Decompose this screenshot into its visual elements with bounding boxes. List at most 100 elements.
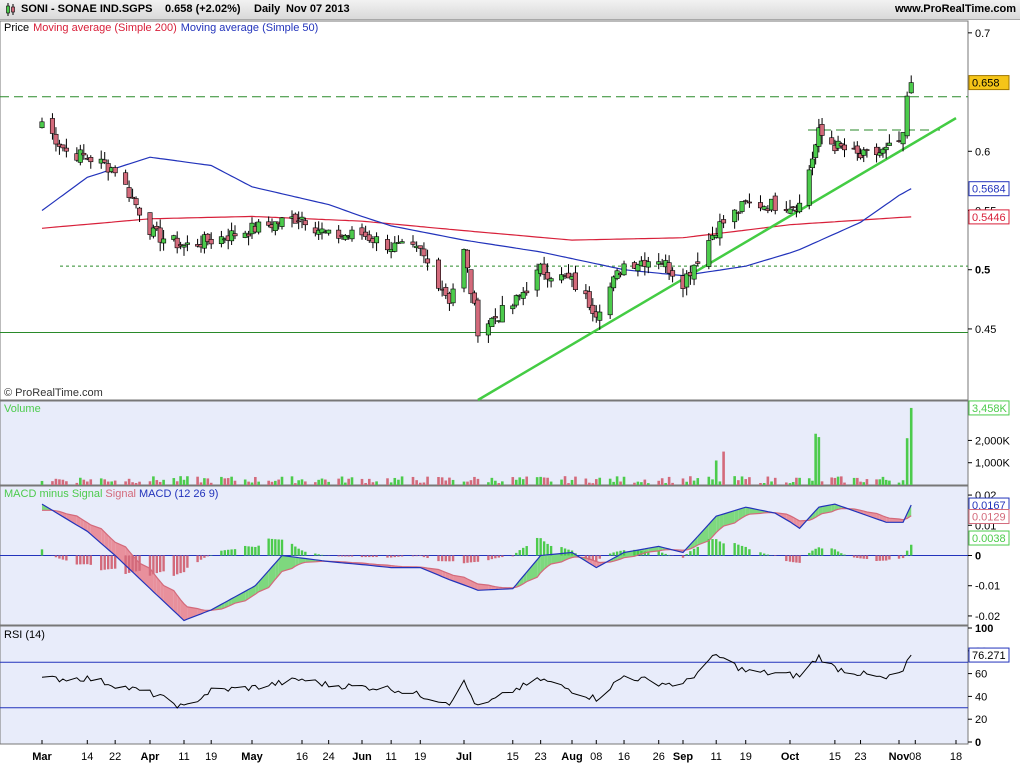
volume-bar bbox=[175, 481, 179, 485]
macd-histogram-bar bbox=[859, 555, 862, 559]
volume-bar bbox=[113, 480, 117, 485]
volume-bar bbox=[619, 481, 622, 485]
volume-bar bbox=[549, 481, 553, 485]
macd-value-tag-2: 0.0038 bbox=[972, 533, 1006, 545]
candle-body bbox=[137, 207, 143, 216]
macd-histogram-bar bbox=[759, 552, 762, 556]
volume-bar bbox=[685, 481, 688, 485]
macd-histogram-bar bbox=[270, 538, 274, 556]
macd-histogram-bar bbox=[657, 551, 660, 556]
volume-bar bbox=[226, 478, 230, 485]
volume-bar bbox=[367, 478, 371, 485]
candle-body bbox=[743, 200, 749, 202]
volume-bar bbox=[647, 483, 650, 485]
volume-bar bbox=[371, 482, 375, 485]
macd-histogram-bar bbox=[843, 554, 846, 556]
x-tick-label: 24 bbox=[323, 751, 335, 763]
candle-body bbox=[695, 261, 701, 264]
macd-histogram-bar bbox=[685, 554, 688, 556]
volume-title: Volume bbox=[4, 403, 41, 415]
volume-bar bbox=[444, 480, 448, 485]
volume-bar bbox=[79, 477, 82, 485]
macd-histogram-bar bbox=[257, 545, 260, 556]
candle-body bbox=[208, 239, 214, 245]
candle-body bbox=[717, 221, 723, 239]
volume-bar bbox=[633, 482, 636, 485]
macd-y-tick-label: -0.02 bbox=[975, 611, 1000, 623]
volume-bar bbox=[418, 482, 422, 485]
macd-histogram-bar bbox=[511, 555, 514, 557]
price-y-tick-label: 0.45 bbox=[975, 324, 996, 336]
x-tick-label: Apr bbox=[141, 751, 161, 763]
macd-histogram-bar bbox=[103, 555, 106, 570]
volume-bar bbox=[274, 480, 277, 485]
x-tick-label: 08 bbox=[590, 751, 602, 763]
macd-histogram-bar bbox=[400, 555, 404, 557]
volume-bar bbox=[451, 479, 455, 485]
volume-bar bbox=[448, 477, 451, 485]
volume-bar bbox=[843, 482, 846, 485]
macd-histogram-bar bbox=[220, 550, 223, 556]
macd-histogram-bar bbox=[744, 546, 747, 556]
volume-bar bbox=[525, 476, 529, 485]
volume-bar bbox=[223, 478, 227, 485]
volume-bar bbox=[422, 482, 426, 485]
macd-histogram-bar bbox=[274, 539, 277, 556]
volume-bar bbox=[327, 481, 330, 485]
volume-bar bbox=[440, 477, 444, 485]
volume-bar bbox=[397, 479, 400, 485]
candle-body bbox=[181, 245, 187, 248]
macd-histogram-bar bbox=[494, 555, 497, 559]
macd-histogram-bar bbox=[497, 555, 501, 558]
volume-bar bbox=[511, 477, 515, 485]
volume-bar bbox=[127, 478, 131, 485]
volume-bar bbox=[466, 481, 469, 485]
volume-bar bbox=[476, 478, 480, 485]
macd-histogram-bar bbox=[280, 539, 284, 556]
macd-histogram-bar bbox=[277, 539, 280, 556]
macd-histogram-bar bbox=[159, 555, 162, 573]
volume-bar bbox=[785, 482, 788, 485]
macd-y-tick-label: 0 bbox=[975, 551, 981, 563]
volume-bar bbox=[714, 460, 718, 485]
x-tick-label: May bbox=[241, 751, 263, 763]
rsi-y-tick-label: 60 bbox=[975, 669, 987, 681]
x-tick-label: 22 bbox=[109, 751, 121, 763]
website-link[interactable]: www.ProRealTime.com bbox=[895, 3, 1016, 15]
volume-bar bbox=[110, 481, 113, 485]
candle-body bbox=[421, 248, 427, 257]
macd-histogram-bar bbox=[182, 555, 186, 573]
candle-body bbox=[772, 195, 778, 211]
macd-histogram-bar bbox=[314, 553, 317, 556]
x-tick-label: 19 bbox=[740, 751, 752, 763]
volume-bar bbox=[788, 483, 792, 485]
volume-bar bbox=[875, 479, 878, 485]
volume-bar bbox=[733, 476, 736, 485]
macd-histogram-bar bbox=[230, 549, 233, 556]
candle-body bbox=[790, 206, 796, 209]
candle-body bbox=[492, 316, 498, 319]
macd-histogram-bar bbox=[711, 539, 714, 556]
candle-body bbox=[299, 216, 305, 220]
volume-bar bbox=[740, 476, 744, 485]
volume-bar bbox=[297, 480, 300, 485]
x-tick-label: 08 bbox=[909, 751, 921, 763]
candle-body bbox=[499, 305, 505, 323]
volume-bar bbox=[290, 476, 294, 485]
volume-bar bbox=[426, 476, 429, 485]
candle-body bbox=[384, 239, 390, 251]
volume-bar bbox=[257, 481, 260, 485]
candle-body bbox=[112, 167, 118, 174]
volume-bar bbox=[521, 479, 525, 485]
candle-body bbox=[464, 249, 470, 269]
rsi-value-tag: 76.271 bbox=[972, 650, 1006, 662]
x-tick-label: Nov bbox=[889, 751, 911, 763]
x-tick-label: Jun bbox=[352, 751, 372, 763]
candle-body bbox=[63, 147, 69, 152]
candle-body bbox=[49, 118, 55, 134]
volume-bar bbox=[196, 476, 199, 485]
macd-histogram-bar bbox=[490, 555, 494, 560]
macd-histogram-bar bbox=[155, 555, 158, 574]
volume-bar bbox=[250, 482, 254, 485]
volume-bar bbox=[681, 478, 685, 485]
